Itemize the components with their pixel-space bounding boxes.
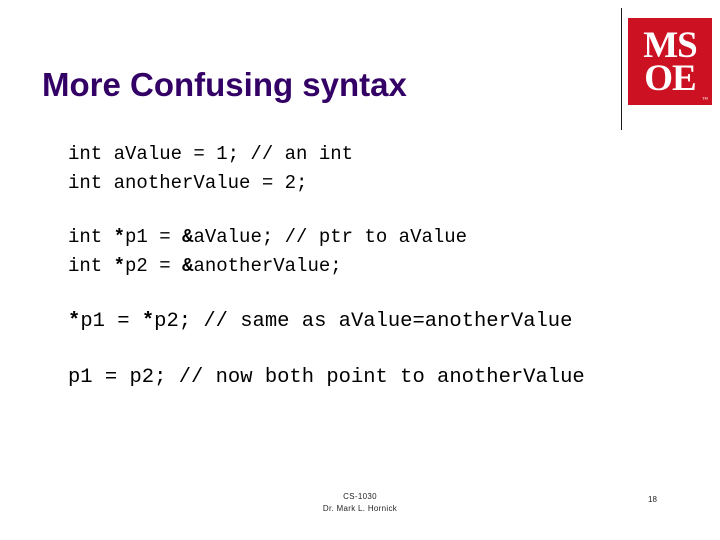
code-line: int *p2 = &anotherValue; xyxy=(68,252,698,281)
code-text: p2 = xyxy=(125,255,183,277)
code-line: int aValue = 1; // an int xyxy=(68,140,698,169)
code-operator: * xyxy=(141,310,155,333)
slide-canvas: MS OE ™ More Confusing syntax int aValue… xyxy=(0,0,720,540)
slide-page-number: 18 xyxy=(648,495,657,504)
code-text: p2; // same as aValue=anotherValue xyxy=(154,310,573,333)
code-line: p1 = p2; // now both point to anotherVal… xyxy=(68,362,698,393)
msoe-logo-line-2: OE xyxy=(644,58,696,99)
code-text: int aValue = 1; // an int xyxy=(68,143,354,165)
code-group: p1 = p2; // now both point to anotherVal… xyxy=(68,362,698,393)
code-operator: * xyxy=(68,310,81,333)
code-text: int anotherValue = 2; xyxy=(68,172,308,194)
slide-title: More Confusing syntax xyxy=(42,66,407,103)
code-text: int xyxy=(68,255,114,277)
code-text: p1 = xyxy=(125,226,183,248)
code-text: anotherValue; xyxy=(193,255,342,277)
code-group: *p1 = *p2; // same as aValue=anotherValu… xyxy=(68,306,698,337)
code-text: p1 = p2; // now both point to anotherVal… xyxy=(68,366,585,389)
header-divider-rule xyxy=(621,8,622,130)
footer-instructor-name: Dr. Mark L. Hornick xyxy=(322,504,398,513)
code-operator: & xyxy=(182,226,194,248)
footer-course-code: CS-1030 xyxy=(343,492,377,501)
code-operator: * xyxy=(113,255,126,277)
code-line: *p1 = *p2; // same as aValue=anotherValu… xyxy=(68,306,698,337)
code-operator: & xyxy=(182,255,194,277)
code-text: int xyxy=(68,226,114,248)
msoe-logo: MS OE ™ xyxy=(628,18,712,105)
trademark-icon: ™ xyxy=(702,97,708,103)
code-operator: * xyxy=(113,226,126,248)
code-group: int *p1 = &aValue; // ptr to aValue int *… xyxy=(68,223,698,281)
slide-footer: CS-1030 Dr. Mark L. Hornick xyxy=(0,491,720,515)
code-group: int aValue = 1; // an int int anotherValu… xyxy=(68,140,698,198)
code-text: aValue; // ptr to aValue xyxy=(193,226,468,248)
code-line: int *p1 = &aValue; // ptr to aValue xyxy=(68,223,698,252)
code-text: p1 = xyxy=(80,310,142,333)
code-block: int aValue = 1; // an int int anotherValu… xyxy=(68,140,698,393)
code-line: int anotherValue = 2; xyxy=(68,169,698,198)
